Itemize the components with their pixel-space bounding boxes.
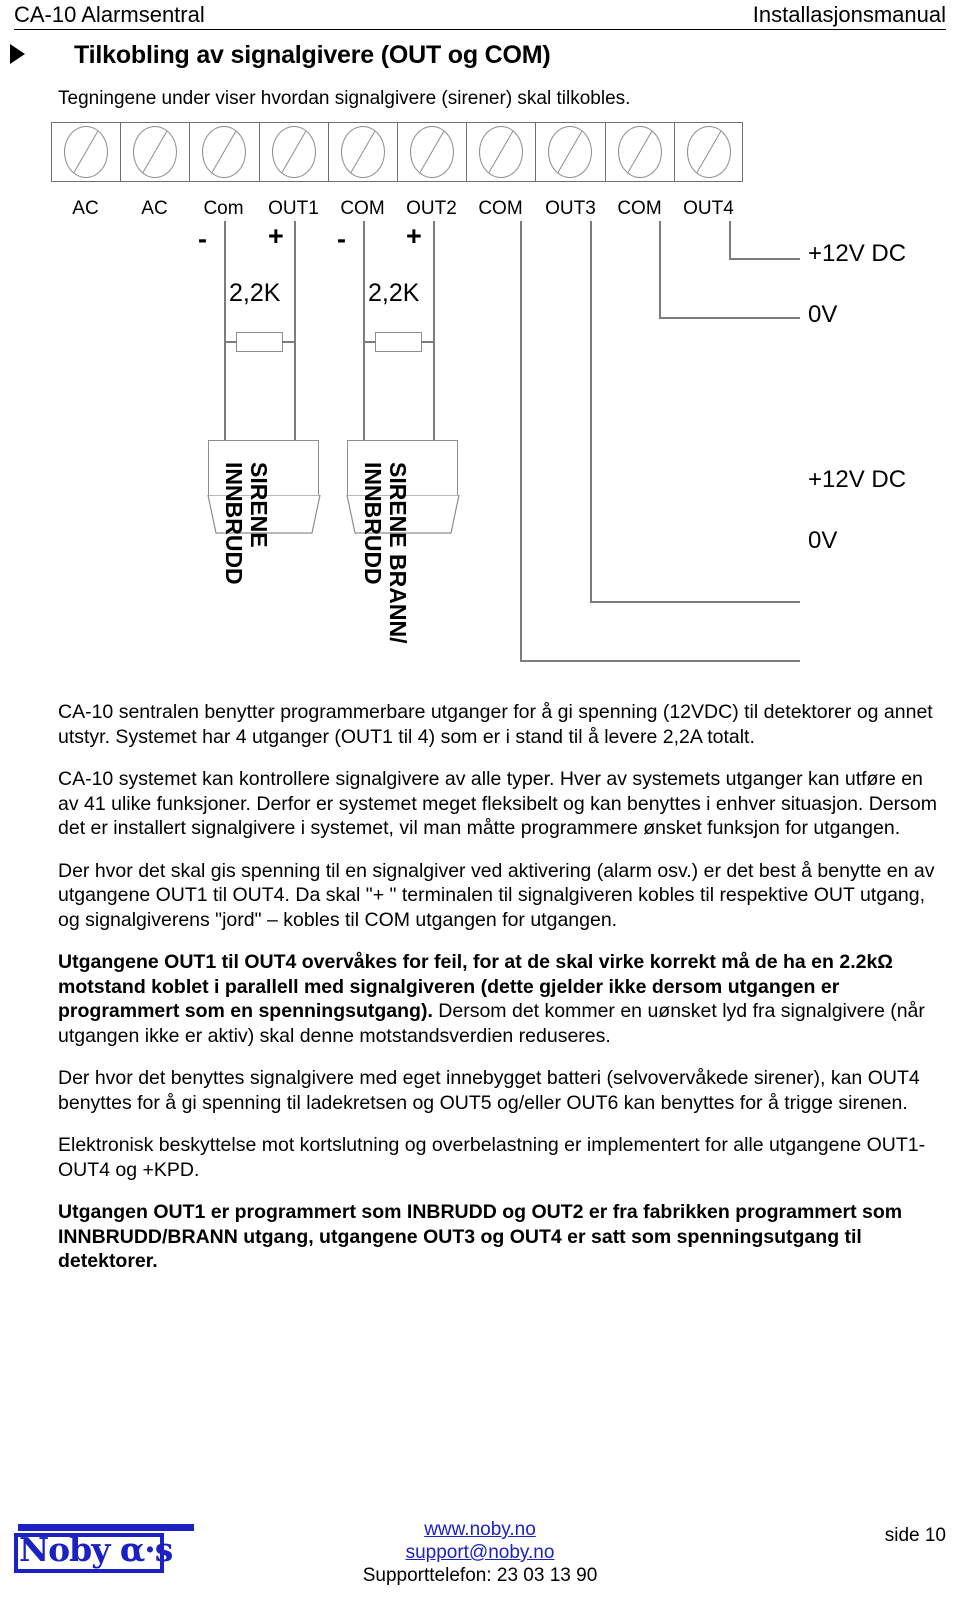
resistor-symbol-1 — [236, 332, 283, 352]
screw-icon — [271, 126, 316, 178]
paragraph-1: CA-10 sentralen benytter programmerbare … — [58, 701, 933, 748]
footer-contact: www.noby.no support@noby.no Supporttelef… — [0, 1518, 960, 1587]
resistor-label-2: 2,2K — [368, 279, 420, 307]
paragraph-3: Der hvor det skal gis spenning til en si… — [58, 859, 935, 931]
terminal-screw-cell — [52, 123, 122, 181]
screw-icon — [64, 126, 109, 178]
screw-icon — [410, 126, 455, 178]
screw-icon — [133, 126, 178, 178]
terminal-screw-cell — [190, 123, 260, 181]
wire-resistor-left-1 — [224, 341, 237, 343]
body-text: CA-10 sentralen benytter programmerbare … — [58, 700, 946, 1292]
terminal-screw-cell — [398, 123, 468, 181]
power-label-bottom-plus12v: +12V DC — [808, 466, 907, 493]
terminal-label-com-1: Com — [203, 198, 244, 219]
terminal-strip — [51, 122, 743, 182]
wire-com4-vertical — [659, 221, 661, 318]
terminal-label-out3: OUT3 — [545, 198, 596, 219]
header-divider — [14, 29, 946, 30]
triangle-right-icon — [10, 44, 25, 64]
terminal-label-out4: OUT4 — [683, 198, 734, 219]
terminal-label-ac-2: AC — [141, 198, 168, 219]
wire-out2-vertical — [433, 221, 435, 440]
screw-icon — [340, 126, 385, 178]
terminal-screw-cell — [121, 123, 191, 181]
wire-out3-horizontal — [590, 601, 800, 603]
wire-resistor-right-1 — [282, 341, 295, 343]
siren-label-1-line2: INNBRUDD — [221, 462, 247, 585]
screw-icon — [202, 126, 247, 178]
page-header: CA-10 Alarmsentral Installasjonsmanual — [0, 0, 960, 30]
wire-out1-vertical — [294, 221, 296, 440]
siren-label-1-line1: SIRENE — [246, 462, 272, 548]
section-title-row: Tilkobling av signalgivere (OUT og COM) — [0, 40, 960, 74]
wire-out4-vertical — [729, 221, 731, 259]
resistor-label-1: 2,2K — [229, 279, 281, 307]
wire-com3-horizontal — [520, 660, 800, 662]
terminal-screw-cell — [329, 123, 398, 181]
power-label-top-plus12v: +12V DC — [808, 240, 907, 267]
page-footer: Noby α·s www.noby.no support@noby.no Sup… — [0, 1490, 960, 1597]
page-title: Tilkobling av signalgivere (OUT og COM) — [74, 41, 551, 69]
terminal-label-com-2: COM — [340, 198, 385, 219]
terminal-screw-cell — [675, 123, 744, 181]
wire-com4-horizontal — [659, 317, 800, 319]
polarity-sign-plus-2: + — [406, 221, 422, 251]
paragraph-5: Der hvor det benyttes signalgivere med e… — [58, 1067, 920, 1114]
wire-out4-horizontal — [729, 258, 800, 260]
wire-com3-vertical — [520, 221, 522, 661]
paragraph-6: Elektronisk beskyttelse mot kortslutning… — [58, 1134, 926, 1181]
power-label-bottom-0v: 0V — [808, 527, 838, 554]
screw-icon — [479, 126, 524, 178]
siren-label-2-line1: SIRENE BRANN/ — [385, 462, 411, 644]
header-manual-type: Installasjonsmanual — [752, 2, 946, 27]
paragraph-2: CA-10 systemet kan kontrollere signalgiv… — [58, 768, 938, 839]
terminal-screw-cell — [606, 123, 675, 181]
power-label-top-0v: 0V — [808, 301, 838, 328]
wire-out3-vertical — [590, 221, 592, 602]
header-product-name: CA-10 Alarmsentral — [14, 2, 205, 27]
terminal-screw-cell — [536, 123, 606, 181]
wire-resistor-right-2 — [421, 341, 434, 343]
paragraph-4: Utgangene OUT1 til OUT4 overvåkes for fe… — [58, 950, 946, 1048]
wire-resistor-left-2 — [363, 341, 376, 343]
website-link[interactable]: www.noby.no — [0, 1518, 960, 1541]
terminal-label-out2: OUT2 — [406, 198, 457, 219]
terminal-screw-cell — [467, 123, 537, 181]
page-number: side 10 — [884, 1525, 946, 1546]
terminal-label-out1: OUT1 — [268, 198, 319, 219]
screw-icon — [617, 126, 662, 178]
terminal-label-ac-1: AC — [72, 198, 99, 219]
siren-label-2-line2: INNBRUDD — [360, 462, 386, 585]
email-link[interactable]: support@noby.no — [0, 1541, 960, 1564]
wiring-diagram: AC AC Com OUT1 COM OUT2 COM OUT3 COM OUT… — [0, 110, 960, 695]
screw-icon — [548, 126, 593, 178]
manual-page: CA-10 Alarmsentral Installasjonsmanual T… — [0, 0, 960, 1597]
polarity-sign-minus-1: - — [198, 224, 207, 254]
terminal-screw-cell — [260, 123, 329, 181]
support-phone: Supporttelefon: 23 03 13 90 — [362, 1565, 598, 1586]
polarity-sign-plus-1: + — [268, 221, 284, 251]
wire-com2-vertical — [363, 221, 365, 440]
screw-icon — [687, 126, 732, 178]
intro-text: Tegningene under viser hvordan signalgiv… — [58, 88, 631, 109]
terminal-label-com-3: COM — [478, 198, 523, 219]
paragraph-7: Utgangen OUT1 er programmert som INBRUDD… — [58, 1201, 903, 1272]
polarity-sign-minus-2: - — [337, 224, 346, 254]
wire-com1-vertical — [224, 221, 226, 440]
resistor-symbol-2 — [375, 332, 422, 352]
terminal-label-com-4: COM — [617, 198, 662, 219]
